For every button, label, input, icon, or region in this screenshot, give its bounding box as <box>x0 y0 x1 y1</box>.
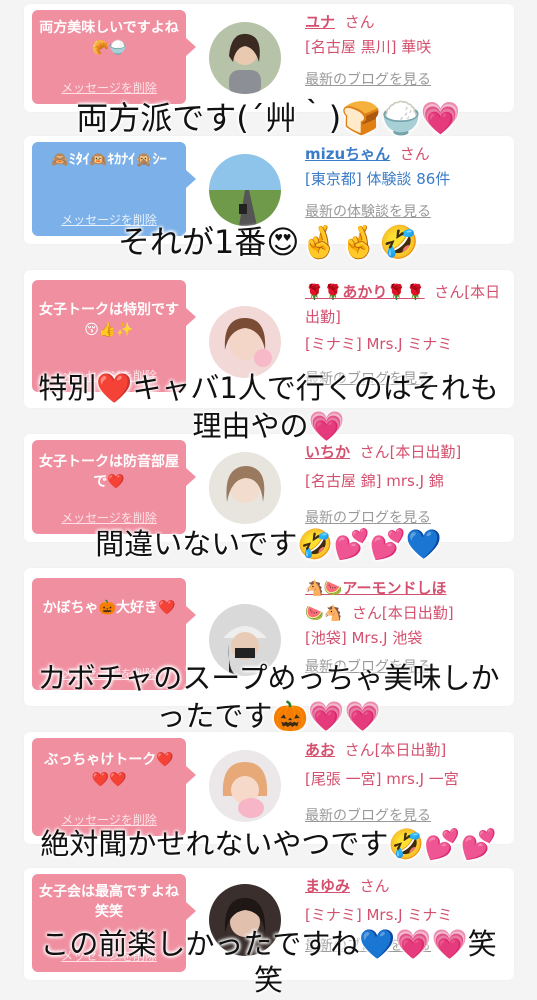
entry-info: いちか さん[本日出勤] [名古屋 錦] mrs.J 錦 最新のブログを見る <box>305 440 506 531</box>
name-link[interactable]: ユナ <box>305 13 335 31</box>
delete-message-link[interactable]: メッセージを削除 <box>32 78 186 98</box>
area-label: [名古屋 錦] mrs.J 錦 <box>305 472 444 490</box>
overlay-caption-5b: ったです🎃💗💗 <box>156 699 381 733</box>
message-bubble: 女子トークは防音部屋で❤️ メッセージを削除 <box>32 440 196 534</box>
san-label: さん[本日出勤] <box>359 443 462 461</box>
message-text: 両方美味しいですよね🥐🍚 <box>39 20 179 56</box>
message-text: 女子会は最高ですよね笑笑 <box>39 884 179 920</box>
overlay-caption-1: 両方派です(´艸｀)🍞🍚💗 <box>76 99 461 137</box>
area-label: [東京都] 体験談 86件 <box>305 170 451 188</box>
overlay-caption-4: 間違いないです🤣💕💕💙 <box>95 527 442 561</box>
san-label: さん[本日出勤] <box>344 741 447 759</box>
overlay-caption-3a: 特別❤️キャバ1人で行くのはそれも <box>38 371 499 405</box>
message-text: かぼちゃ🎃大好き❤️ <box>42 600 176 616</box>
message-text: 女子トークは防音部屋で❤️ <box>39 454 179 490</box>
name-link[interactable]: あお <box>305 741 335 759</box>
overlay-caption-7b: 笑 <box>253 963 283 997</box>
message-text: 女子トークは特別です😚👍✨ <box>39 302 179 338</box>
overlay-caption-3b: 理由やの💗 <box>192 409 345 443</box>
overlay-caption-6: 絶対聞かせれないやつです🤣💕💕 <box>40 827 497 861</box>
delete-message-link[interactable]: メッセージを削除 <box>32 508 186 528</box>
avatar[interactable] <box>209 22 281 94</box>
overlay-caption-2: それが1番😍🤞🤞🤣 <box>117 223 420 261</box>
area-label: [尾張 一宮] mrs.J 一宮 <box>305 770 459 788</box>
area-label: [ミナミ] Mrs.J ミナミ <box>305 335 453 353</box>
name-link[interactable]: まゆみ <box>305 877 350 895</box>
entry-card-1: 両方美味しいですよね🥐🍚 メッセージを削除 ユナ さん [名古屋 黒川] 華咲 … <box>24 4 514 112</box>
area-label: [池袋] Mrs.J 池袋 <box>305 629 423 647</box>
area-label: [ミナミ] Mrs.J ミナミ <box>305 906 453 924</box>
message-bubble: 両方美味しいですよね🥐🍚 メッセージを削除 <box>32 10 196 104</box>
overlay-caption-7a: この前楽しかったですね💙💗💗笑 <box>40 927 497 961</box>
area-label: [名古屋 黒川] 華咲 <box>305 38 432 56</box>
name-link[interactable]: mizuちゃん <box>305 145 390 163</box>
entry-info: あお さん[本日出勤] [尾張 一宮] mrs.J 一宮 最新のブログを見る <box>305 738 506 829</box>
san-label: さん <box>399 145 430 163</box>
avatar[interactable] <box>209 750 281 822</box>
name-link[interactable]: 🌹🌹あかり🌹🌹 <box>305 283 425 301</box>
overlay-caption-5a: カボチャのスープめっちゃ美味しか <box>37 661 500 695</box>
entry-info: ユナ さん [名古屋 黒川] 華咲 最新のブログを見る <box>305 10 506 93</box>
avatar[interactable] <box>209 452 281 524</box>
name-link[interactable]: いちか <box>305 443 350 461</box>
name-link-cont[interactable]: 🍉🐴 <box>305 604 342 622</box>
message-text: ぶっちゃけトーク❤️❤️❤️ <box>44 752 174 788</box>
san-label: さん[本日出勤] <box>351 604 454 622</box>
avatar[interactable] <box>209 306 281 378</box>
experience-link[interactable]: 最新の体験談を見る <box>305 200 506 225</box>
san-label: さん <box>359 877 390 895</box>
san-label: さん <box>344 13 375 31</box>
message-text: 🙈ﾐﾀｲ🙉ｷｶﾅｲ🙊ｼｰ <box>51 152 167 168</box>
message-bubble: 🙈ﾐﾀｲ🙉ｷｶﾅｲ🙊ｼｰ メッセージを削除 <box>32 142 196 236</box>
avatar[interactable] <box>209 154 281 226</box>
message-bubble: ぶっちゃけトーク❤️❤️❤️ メッセージを削除 <box>32 738 196 836</box>
name-link[interactable]: 🐴🍉アーモンドしほ <box>305 579 446 597</box>
entry-info: mizuちゃん さん [東京都] 体験談 86件 最新の体験談を見る <box>305 142 506 225</box>
blog-link[interactable]: 最新のブログを見る <box>305 68 506 93</box>
